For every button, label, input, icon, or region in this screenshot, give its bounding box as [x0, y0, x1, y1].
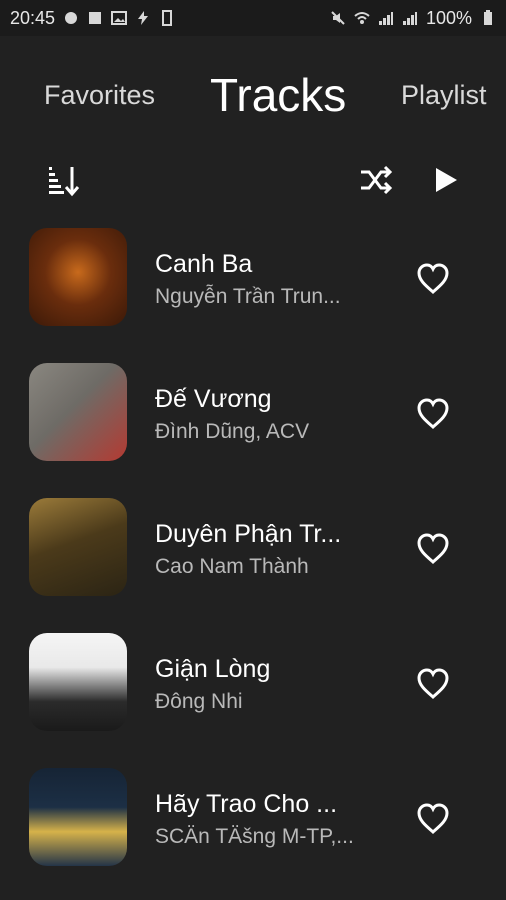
tab-bar: Favorites Tracks Playlist [0, 60, 506, 130]
wifi-icon [354, 12, 370, 24]
heart-icon[interactable] [415, 666, 451, 702]
status-bar: 20:45 100% [0, 0, 506, 36]
track-title: Giận Lòng [155, 655, 271, 683]
track-artist: Cao Nam Thành [155, 555, 309, 578]
heart-icon[interactable] [415, 261, 451, 297]
album-art [29, 228, 127, 326]
track-title: Đế Vương [155, 385, 272, 413]
album-art [29, 633, 127, 731]
mute-icon [331, 11, 345, 25]
track-artist: Đông Nhi [155, 690, 243, 713]
flash-icon [138, 11, 149, 25]
heart-icon[interactable] [415, 396, 451, 432]
heart-icon[interactable] [415, 801, 451, 837]
album-art [29, 768, 127, 866]
track-row[interactable]: Duyên Phận Tr... Cao Nam Thành [0, 498, 506, 600]
album-art [29, 498, 127, 596]
signal-icon [378, 12, 393, 25]
track-row[interactable]: Canh Ba Nguyễn Trần Trun... [0, 228, 506, 330]
track-title: Duyên Phận Tr... [155, 520, 342, 548]
track-title: Canh Ba [155, 250, 253, 278]
signal-icon [402, 12, 417, 25]
battery-icon [484, 10, 492, 25]
notification-icon [65, 12, 78, 24]
tab-playlist[interactable]: Playlist [401, 60, 487, 130]
track-row[interactable]: Đế Vương Đình Dũng, ACV [0, 363, 506, 465]
storage-icon [162, 10, 173, 26]
track-title: Hãy Trao Cho ... [155, 790, 338, 818]
battery-percent: 100% [425, 7, 472, 28]
track-artist: SCÄn TÄšng M-TP,... [155, 825, 354, 848]
shuffle-button[interactable] [356, 160, 396, 200]
track-artist: Nguyễn Trần Trun... [155, 285, 341, 308]
play-icon [436, 168, 457, 192]
track-toolbar [0, 152, 506, 208]
sort-icon [49, 167, 80, 197]
tab-tracks[interactable]: Tracks [210, 60, 346, 130]
image-icon [111, 11, 128, 25]
sort-button[interactable] [44, 160, 84, 200]
track-row[interactable]: Hãy Trao Cho ... SCÄn TÄšng M-TP,... [0, 768, 506, 870]
notification-icon [89, 12, 102, 24]
shuffle-icon [361, 165, 393, 195]
status-time: 20:45 [10, 7, 56, 28]
heart-icon[interactable] [415, 531, 451, 567]
tab-favorites[interactable]: Favorites [44, 60, 155, 130]
track-row[interactable]: Giận Lòng Đông Nhi [0, 633, 506, 735]
album-art [29, 363, 127, 461]
track-artist: Đình Dũng, ACV [155, 420, 310, 443]
play-all-button[interactable] [425, 160, 465, 200]
